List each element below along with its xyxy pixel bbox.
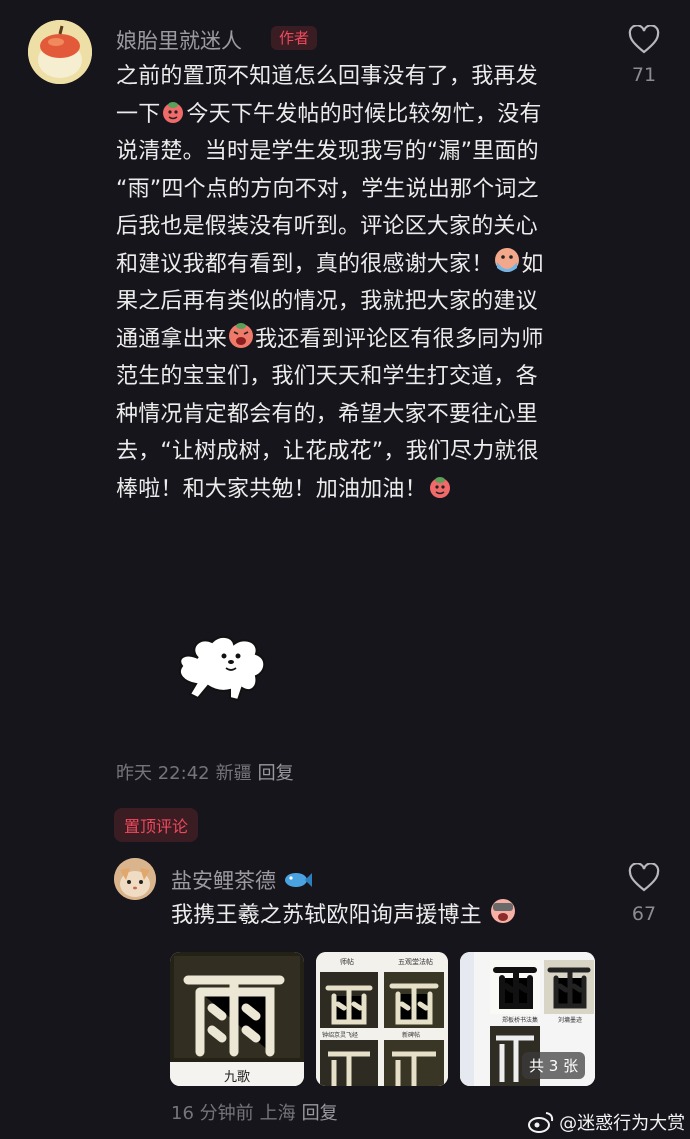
comment-text-line: 一下 今天下午发帖的时候比较匆忙，没有 — [116, 96, 616, 134]
emoji-crying-icon — [495, 247, 520, 272]
comment-text-line: 后我也是假装没有听到。评论区大家的关心 — [116, 208, 616, 246]
comment-text: 之前的置顶不知道怎么回事没有了，我再发 一下 今天下午发帖的时候比较匆忙，没有 说清楚… — [116, 58, 616, 508]
reply-text-content: 我携王羲之苏轼欧阳询声援博主 — [171, 903, 482, 928]
like-heart-icon[interactable] — [628, 24, 660, 55]
author-avatar[interactable] — [28, 20, 92, 84]
comment-meta: 昨天 22:42 新疆 回复 — [116, 759, 300, 785]
weibo-logo-icon — [528, 1112, 554, 1133]
comment-text-segment: 去，“让树成树，让花成花”，我们尽力就很 — [116, 439, 539, 464]
calligraphy-collage-image — [316, 952, 448, 1086]
reply-location: 上海 — [259, 1103, 296, 1124]
comment-text-line: 范生的宝宝们，我们天天和学生打交道，各 — [116, 358, 616, 396]
like-count: 67 — [631, 903, 657, 925]
comment-text-segment: 如 — [521, 251, 544, 277]
reply-avatar[interactable] — [114, 858, 156, 900]
reply-meta: 16 分钟前 上海 回复 — [171, 1099, 344, 1125]
sticker-dog-image — [168, 628, 284, 710]
emoji-sweat-icon — [163, 101, 184, 123]
reply-image-3[interactable]: 郑板桥书法集 刘墉墨迹 共 3 张 — [460, 952, 595, 1086]
reply-username-text: 盐安鲤茶德 — [171, 869, 276, 893]
comment-text-segment: 通通拿出来 — [116, 326, 228, 352]
comment-location: 新疆 — [215, 763, 252, 784]
apple-avatar-image — [28, 20, 92, 84]
reply-time: 16 分钟前 — [171, 1103, 254, 1124]
comment-text-line: 去，“让树成树，让花成花”，我们尽力就很 — [116, 433, 616, 471]
comment-username[interactable]: 娘胎里就迷人 — [116, 25, 242, 55]
emoji-sweat-icon — [429, 476, 450, 498]
reply-image-2[interactable]: 师帖 五观堂法帖 钟绍京灵飞经 新碑帖 — [316, 952, 448, 1086]
watermark-text: @迷惑行为大赏 — [559, 1113, 686, 1134]
image-label: 刘墉墨迹 — [558, 1017, 583, 1024]
emoji-laughing-icon — [229, 322, 254, 348]
image-caption: 九歌 — [223, 1070, 250, 1085]
like-heart-icon[interactable] — [628, 862, 660, 893]
comment-text-line: 种情况肯定都会有的，希望大家不要往心里 — [116, 396, 616, 434]
reply-image-1[interactable]: 九歌 — [170, 952, 304, 1086]
comment-text-line: 果之后再有类似的情况，我就把大家的建议 — [116, 283, 616, 321]
image-count-badge: 共 3 张 — [522, 1052, 586, 1079]
comment-time: 昨天 22:42 — [116, 763, 210, 784]
cat-avatar-image — [114, 858, 156, 900]
comment-text-line: “雨”四个点的方向不对，学生说出那个词之 — [116, 171, 616, 209]
comment-text-segment: 和建议我都有看到，真的很感谢大家！ — [116, 251, 494, 277]
comment-text-segment: “雨”四个点的方向不对，学生说出那个词之 — [116, 176, 539, 202]
comment-text-segment: 果之后再有类似的情况，我就把大家的建议 — [116, 289, 538, 314]
comment-text-line: 说清楚。当时是学生发现我写的“漏”里面的 — [116, 133, 616, 171]
comment-text-segment: 一下 — [116, 101, 161, 127]
reply-button[interactable]: 回复 — [302, 1103, 338, 1124]
comment-text-line: 之前的置顶不知道怎么回事没有了，我再发 — [116, 58, 616, 96]
comment-text-segment: 范生的宝宝们，我们天天和学生打交道，各 — [116, 364, 538, 389]
like-count: 71 — [631, 64, 657, 86]
reply-text: 我携王羲之苏轼欧阳询声援博主 — [171, 897, 517, 935]
pinned-comment-badge: 置顶评论 — [114, 808, 199, 842]
comment-text-segment: 后我也是假装没有听到。评论区大家的关心 — [116, 214, 538, 239]
comment-text-segment: 今天下午发帖的时候比较匆忙，没有 — [186, 101, 542, 127]
image-label: 钟绍京灵飞经 — [322, 1032, 359, 1039]
reply-button[interactable]: 回复 — [258, 763, 294, 784]
comment-text-segment: 种情况肯定都会有的，希望大家不要往心里 — [116, 401, 538, 427]
weibo-watermark: @迷惑行为大赏 — [528, 1109, 685, 1135]
comment-text-line: 和建议我都有看到，真的很感谢大家！ 如 — [116, 246, 616, 284]
image-label: 五观堂法帖 — [398, 958, 433, 966]
comment-text-segment: 说清楚。当时是学生发现我写的“漏”里面的 — [116, 139, 539, 164]
comment-text-line: 通通拿出来 我还看到评论区有很多同为师 — [116, 321, 616, 359]
image-label: 师帖 — [340, 958, 354, 966]
image-label: 郑板桥书法集 — [502, 1017, 539, 1024]
author-badge: 作者 — [271, 26, 318, 50]
comment-text-segment: 我还看到评论区有很多同为师 — [255, 326, 544, 352]
comment-text-segment: 棒啦！和大家共勉！加油加油！ — [116, 476, 427, 502]
comment-text-line: 棒啦！和大家共勉！加油加油！ — [116, 471, 616, 509]
fish-icon — [284, 873, 312, 887]
reply-username[interactable]: 盐安鲤茶德 — [171, 865, 313, 895]
image-label: 新碑帖 — [402, 1032, 421, 1039]
emoji-crying-icon — [491, 899, 516, 923]
comment-text-segment: 之前的置顶不知道怎么回事没有了，我再发 — [116, 64, 538, 89]
